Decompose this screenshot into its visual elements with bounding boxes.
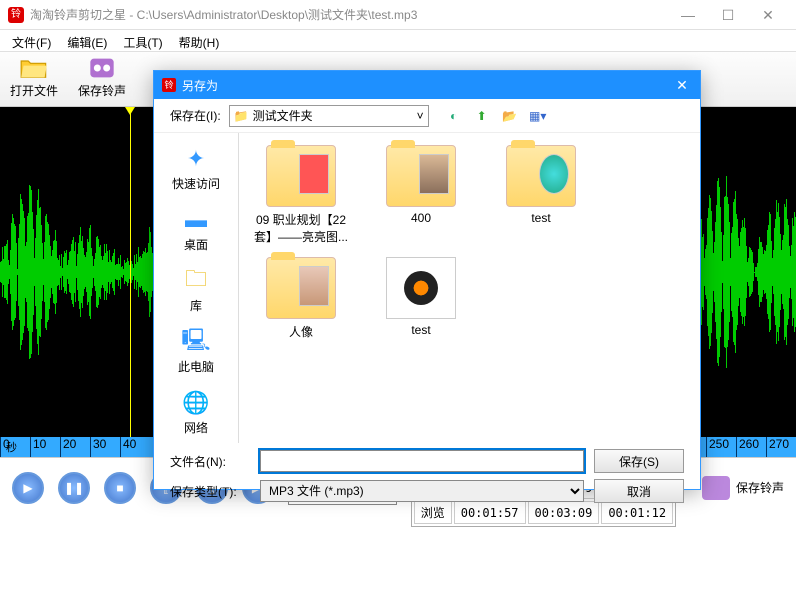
- app-icon: 铃: [8, 7, 24, 23]
- save-as-dialog: 铃 另存为 ✕ 保存在(I): 📁 测试文件夹 ˅ ◐ ⬆ 📂 ▦▾ ✦快速访问…: [153, 70, 701, 490]
- tick: 270: [766, 437, 796, 457]
- file-item[interactable]: 人像: [251, 257, 351, 340]
- window-title: 淘淘铃声剪切之星 - C:\Users\Administrator\Deskto…: [30, 6, 668, 23]
- filetype-label: 保存类型(T):: [170, 483, 250, 500]
- back-icon[interactable]: ◐: [445, 107, 463, 125]
- filename-input[interactable]: [260, 450, 584, 472]
- playhead-cursor[interactable]: [130, 107, 131, 437]
- tick: 40: [120, 437, 150, 457]
- folder-icon: 📁: [234, 109, 249, 123]
- tick: 260: [736, 437, 766, 457]
- menu-edit[interactable]: 编辑(E): [61, 32, 113, 49]
- dialog-titlebar[interactable]: 铃 另存为 ✕: [154, 71, 700, 99]
- pause-button[interactable]: ❚❚: [58, 472, 90, 504]
- pc-icon: 🖳: [180, 328, 212, 356]
- new-folder-icon[interactable]: 📂: [501, 107, 519, 125]
- view-menu-icon[interactable]: ▦▾: [529, 107, 547, 125]
- maximize-button[interactable]: ☐: [708, 1, 748, 29]
- place-desktop[interactable]: ▬桌面: [176, 202, 216, 257]
- minimize-button[interactable]: ―: [668, 1, 708, 29]
- save-ringtone-icon: [702, 476, 730, 500]
- folder-icon: [266, 145, 336, 207]
- save-button[interactable]: 保存(S): [594, 449, 684, 473]
- close-button[interactable]: ✕: [748, 1, 788, 29]
- place-quick-access[interactable]: ✦快速访问: [168, 141, 224, 196]
- star-icon: ✦: [180, 145, 212, 173]
- open-file-button[interactable]: 打开文件: [10, 56, 58, 102]
- filetype-select[interactable]: MP3 文件 (*.mp3): [260, 480, 584, 502]
- menu-file[interactable]: 文件(F): [6, 32, 57, 49]
- folder-icon: [386, 145, 456, 207]
- dialog-bottom: 文件名(N): 保存(S) 保存类型(T): MP3 文件 (*.mp3) 取消: [154, 443, 700, 513]
- place-this-pc[interactable]: 🖳此电脑: [174, 324, 218, 379]
- tick: 10: [30, 437, 60, 457]
- open-file-label: 打开文件: [10, 82, 58, 99]
- dialog-close-button[interactable]: ✕: [672, 77, 692, 94]
- tick: 20: [60, 437, 90, 457]
- play-button[interactable]: ▶: [12, 472, 44, 504]
- dialog-toolbar: 保存在(I): 📁 测试文件夹 ˅ ◐ ⬆ 📂 ▦▾: [154, 99, 700, 133]
- folder-open-icon: [20, 56, 48, 80]
- tick: 250: [706, 437, 736, 457]
- menu-tool[interactable]: 工具(T): [117, 32, 168, 49]
- dialog-places-bar: ✦快速访问 ▬桌面 🗀库 🖳此电脑 🌐网络: [154, 133, 238, 443]
- menubar: 文件(F) 编辑(E) 工具(T) 帮助(H): [0, 30, 796, 52]
- save-ringtone-side-button[interactable]: 保存铃声: [702, 476, 784, 500]
- mp3-file-icon: [386, 257, 456, 319]
- library-icon: 🗀: [180, 267, 212, 295]
- chevron-down-icon: ˅: [417, 109, 424, 123]
- dialog-title: 另存为: [182, 77, 672, 94]
- network-icon: 🌐: [180, 389, 212, 417]
- folder-icon: [266, 257, 336, 319]
- cancel-button[interactable]: 取消: [594, 479, 684, 503]
- place-network[interactable]: 🌐网络: [176, 385, 216, 440]
- savein-label: 保存在(I):: [170, 107, 221, 124]
- filename-label: 文件名(N):: [170, 453, 250, 470]
- ruler-unit-label: 秒: [6, 439, 17, 455]
- file-list[interactable]: 09 职业规划【22套】——亮亮图... 400 test 人像 test: [238, 133, 700, 443]
- titlebar: 铃 淘淘铃声剪切之星 - C:\Users\Administrator\Desk…: [0, 0, 796, 30]
- stop-button[interactable]: ■: [104, 472, 136, 504]
- save-ringtone-icon: [88, 56, 116, 80]
- file-item[interactable]: 09 职业规划【22套】——亮亮图...: [251, 145, 351, 245]
- dialog-app-icon: 铃: [162, 78, 176, 92]
- file-item[interactable]: test: [491, 145, 591, 245]
- desktop-icon: ▬: [180, 206, 212, 234]
- file-item[interactable]: test: [371, 257, 471, 340]
- up-icon[interactable]: ⬆: [473, 107, 491, 125]
- savein-combo[interactable]: 📁 测试文件夹 ˅: [229, 105, 429, 127]
- place-libraries[interactable]: 🗀库: [176, 263, 216, 318]
- save-ringtone-button[interactable]: 保存铃声: [78, 56, 126, 102]
- folder-icon: [506, 145, 576, 207]
- tick: 30: [90, 437, 120, 457]
- file-item[interactable]: 400: [371, 145, 471, 245]
- menu-help[interactable]: 帮助(H): [173, 32, 226, 49]
- save-ringtone-label: 保存铃声: [78, 82, 126, 99]
